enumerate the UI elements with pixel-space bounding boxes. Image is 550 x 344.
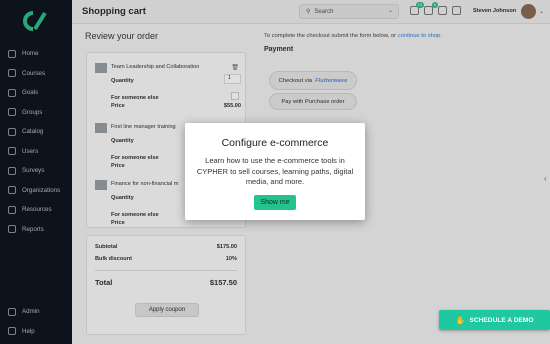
- schedule-demo-label: SCHEDULE A DEMO: [469, 316, 534, 324]
- hand-wave-icon: ✋: [455, 315, 466, 325]
- show-me-button[interactable]: Show me: [254, 195, 296, 210]
- modal-title: Configure e-commerce: [221, 137, 329, 149]
- chevron-left-icon[interactable]: ‹: [544, 174, 547, 183]
- modal-body: Learn how to use the e-commerce tools in…: [196, 156, 354, 186]
- configure-ecommerce-modal: Configure e-commerce Learn how to use th…: [185, 123, 365, 220]
- schedule-demo-button[interactable]: ✋ SCHEDULE A DEMO: [439, 310, 550, 330]
